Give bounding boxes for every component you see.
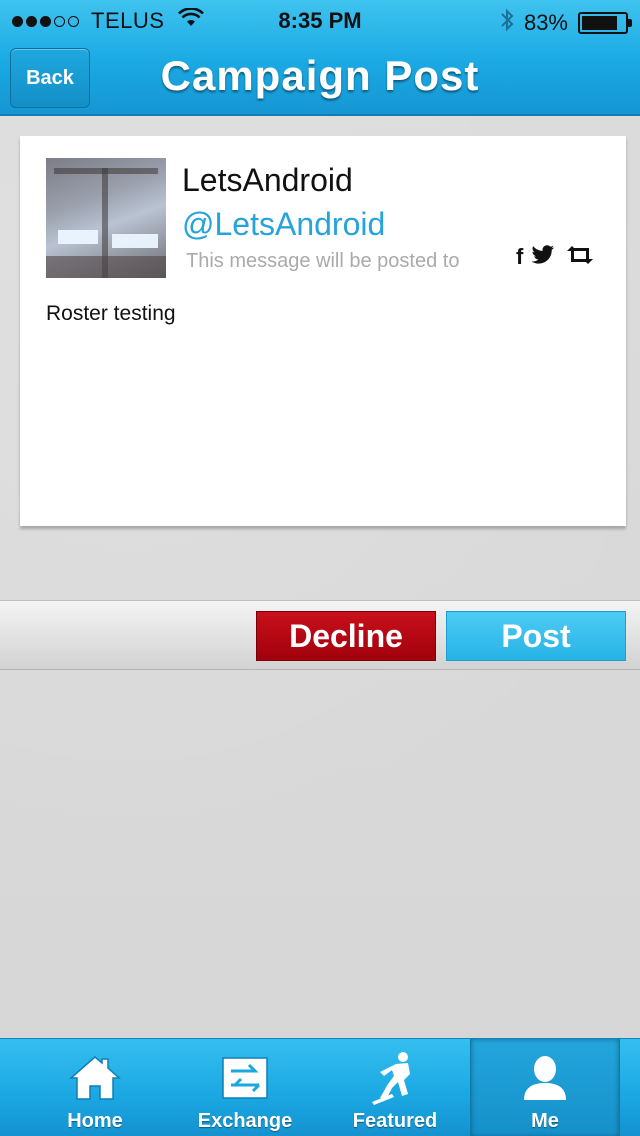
- tab-bar: Home Exchange Featured Me: [0, 1038, 640, 1136]
- tab-featured-label: Featured: [352, 1110, 438, 1132]
- tab-exchange-label: Exchange: [197, 1110, 293, 1132]
- battery-percent: 83%: [523, 10, 568, 35]
- posted-to-label: This message will be posted to: [186, 250, 460, 272]
- decline-button[interactable]: Decline: [256, 611, 436, 661]
- tab-me-label: Me: [531, 1110, 559, 1132]
- user-name: LetsAndroid: [182, 162, 353, 198]
- share-icons: f: [516, 244, 597, 270]
- page-title: Campaign Post: [160, 52, 480, 99]
- bluetooth-icon: [500, 8, 514, 38]
- facebook-icon: f: [516, 244, 524, 269]
- user-handle[interactable]: @LetsAndroid: [182, 206, 385, 243]
- header: TELUS 8:35 PM 83% Back Campaign Post: [0, 0, 640, 116]
- battery-fill: [582, 16, 617, 30]
- status-bar: TELUS 8:35 PM 83%: [0, 0, 640, 40]
- exchange-icon: [221, 1050, 269, 1106]
- post-card: LetsAndroid @LetsAndroid This message wi…: [20, 136, 626, 526]
- hockey-player-icon: [370, 1050, 420, 1106]
- home-icon: [68, 1050, 122, 1106]
- post-message: Roster testing: [46, 302, 176, 325]
- status-right: 83%: [500, 8, 632, 38]
- tab-exchange[interactable]: Exchange: [170, 1039, 320, 1136]
- post-button[interactable]: Post: [446, 611, 626, 661]
- tab-me[interactable]: Me: [470, 1039, 620, 1136]
- avatar[interactable]: [46, 158, 166, 278]
- retweet-icon: [563, 245, 597, 270]
- battery-icon: [578, 12, 632, 34]
- person-icon: [522, 1050, 568, 1106]
- tab-home[interactable]: Home: [20, 1039, 170, 1136]
- action-bar: Decline Post: [0, 600, 640, 670]
- tab-featured[interactable]: Featured: [320, 1039, 470, 1136]
- twitter-icon: [531, 244, 555, 270]
- tab-home-label: Home: [67, 1110, 123, 1132]
